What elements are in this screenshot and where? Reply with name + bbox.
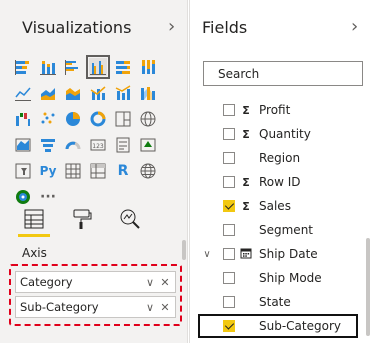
ribbon-chart-icon[interactable]	[139, 84, 157, 102]
arcgis-map-icon[interactable]	[14, 188, 32, 206]
field-checkbox[interactable]	[223, 248, 235, 260]
slicer-icon[interactable]	[14, 162, 32, 180]
sigma-icon: Σ	[242, 175, 250, 189]
field-name: Row ID	[259, 175, 301, 189]
field-sub-category[interactable]: Sub-Category	[198, 314, 358, 338]
fields-title: Fields	[202, 18, 248, 37]
axis-wells-highlight: Category ∨ ✕ Sub-Category ∨ ✕	[9, 264, 182, 326]
more-visuals-icon[interactable]: ···	[39, 188, 57, 206]
card-icon[interactable]: 123	[89, 136, 107, 154]
field-name: Sub-Category	[259, 319, 341, 333]
line-clustered-column-icon[interactable]	[89, 84, 107, 102]
field-checkbox[interactable]	[223, 128, 235, 140]
fields-scrollbar[interactable]	[366, 238, 370, 336]
sigma-icon: Σ	[242, 127, 250, 141]
python-visual-icon[interactable]: Py	[39, 162, 57, 180]
field-list: Σ Profit Σ Quantity Region Σ Row ID Σ Sa…	[190, 98, 375, 338]
well-label: Category	[20, 275, 73, 289]
visual-gallery: 123 Py R ···	[14, 55, 179, 214]
matrix-icon[interactable]	[89, 162, 107, 180]
field-ship-date[interactable]: ∨ Ship Date	[190, 242, 375, 266]
field-ship-mode[interactable]: Ship Mode	[190, 266, 375, 290]
clustered-column-icon[interactable]	[86, 55, 110, 79]
r-visual-icon[interactable]: R	[114, 162, 132, 180]
field-name: Segment	[259, 223, 313, 237]
field-checkbox[interactable]	[223, 272, 235, 284]
field-row-id[interactable]: Σ Row ID	[190, 170, 375, 194]
field-checkbox[interactable]	[223, 176, 235, 188]
field-name: Ship Date	[259, 247, 318, 261]
table-icon[interactable]	[64, 162, 82, 180]
filled-map-icon[interactable]	[14, 136, 32, 154]
axis-well-category[interactable]: Category ∨ ✕	[15, 271, 176, 293]
globe-icon[interactable]	[139, 162, 157, 180]
visualizations-title: Visualizations	[22, 18, 132, 37]
field-name: Region	[259, 151, 301, 165]
clustered-bar-icon[interactable]	[64, 58, 82, 76]
viz-scrollbar[interactable]	[182, 240, 186, 260]
field-checkbox[interactable]	[223, 152, 235, 164]
treemap-icon[interactable]	[114, 110, 132, 128]
field-checkbox[interactable]	[223, 224, 235, 236]
line-chart-icon[interactable]	[14, 84, 32, 102]
field-quantity[interactable]: Σ Quantity	[190, 122, 375, 146]
scatter-icon[interactable]	[39, 110, 57, 128]
stacked-column-icon[interactable]	[39, 58, 57, 76]
chevron-right-icon[interactable]: ›	[168, 16, 175, 37]
search-input[interactable]	[218, 66, 368, 81]
chevron-down-icon[interactable]: ∨	[144, 276, 156, 289]
field-segment[interactable]: Segment	[190, 218, 375, 242]
area-chart-icon[interactable]	[39, 84, 57, 102]
search-box[interactable]	[203, 61, 368, 86]
chevron-right-icon[interactable]: ›	[351, 16, 358, 37]
stacked-area-icon[interactable]	[64, 84, 82, 102]
close-icon[interactable]: ✕	[159, 301, 171, 314]
stacked-bar-icon[interactable]	[14, 58, 32, 76]
100pct-stacked-column-icon[interactable]	[139, 58, 157, 76]
field-name: State	[259, 295, 291, 309]
100pct-stacked-bar-icon[interactable]	[114, 58, 132, 76]
donut-chart-icon[interactable]	[89, 110, 107, 128]
visualizations-pane: Visualizations › 123 Py R ··· Axis Categ…	[0, 0, 188, 343]
sigma-icon: Σ	[242, 199, 250, 213]
analytics-icon[interactable]	[118, 207, 142, 231]
fields-pane: Fields › Σ Profit Σ Quantity Region Σ Ro…	[189, 0, 375, 343]
field-checkbox-checked[interactable]	[223, 320, 235, 332]
close-icon[interactable]: ✕	[159, 276, 171, 289]
svg-text:123: 123	[92, 143, 104, 150]
field-checkbox[interactable]	[223, 296, 235, 308]
chevron-down-icon[interactable]: ∨	[144, 301, 156, 314]
field-checkbox-checked[interactable]	[223, 200, 235, 212]
field-sales[interactable]: Σ Sales	[190, 194, 375, 218]
axis-section-label: Axis	[22, 246, 47, 260]
field-name: Quantity	[259, 127, 311, 141]
format-paint-icon[interactable]	[70, 207, 94, 231]
well-label: Sub-Category	[20, 300, 99, 314]
gauge-icon[interactable]	[64, 136, 82, 154]
field-name: Profit	[259, 103, 291, 117]
line-stacked-column-icon[interactable]	[114, 84, 132, 102]
field-checkbox[interactable]	[223, 104, 235, 116]
field-name: Ship Mode	[259, 271, 322, 285]
field-region[interactable]: Region	[190, 146, 375, 170]
funnel-icon[interactable]	[39, 136, 57, 154]
field-state[interactable]: State	[190, 290, 375, 314]
multirow-card-icon[interactable]	[114, 136, 132, 154]
map-icon[interactable]	[139, 110, 157, 128]
axis-well-sub-category[interactable]: Sub-Category ∨ ✕	[15, 296, 176, 318]
waterfall-icon[interactable]	[14, 110, 32, 128]
sigma-icon: Σ	[242, 103, 250, 117]
field-profit[interactable]: Σ Profit	[190, 98, 375, 122]
chevron-down-icon[interactable]: ∨	[201, 249, 213, 260]
kpi-icon[interactable]	[139, 136, 157, 154]
calendar-icon	[240, 247, 252, 262]
fields-tab-icon[interactable]	[18, 207, 50, 237]
field-name: Sales	[259, 199, 291, 213]
pie-chart-icon[interactable]	[64, 110, 82, 128]
viz-subtabs	[18, 207, 142, 237]
